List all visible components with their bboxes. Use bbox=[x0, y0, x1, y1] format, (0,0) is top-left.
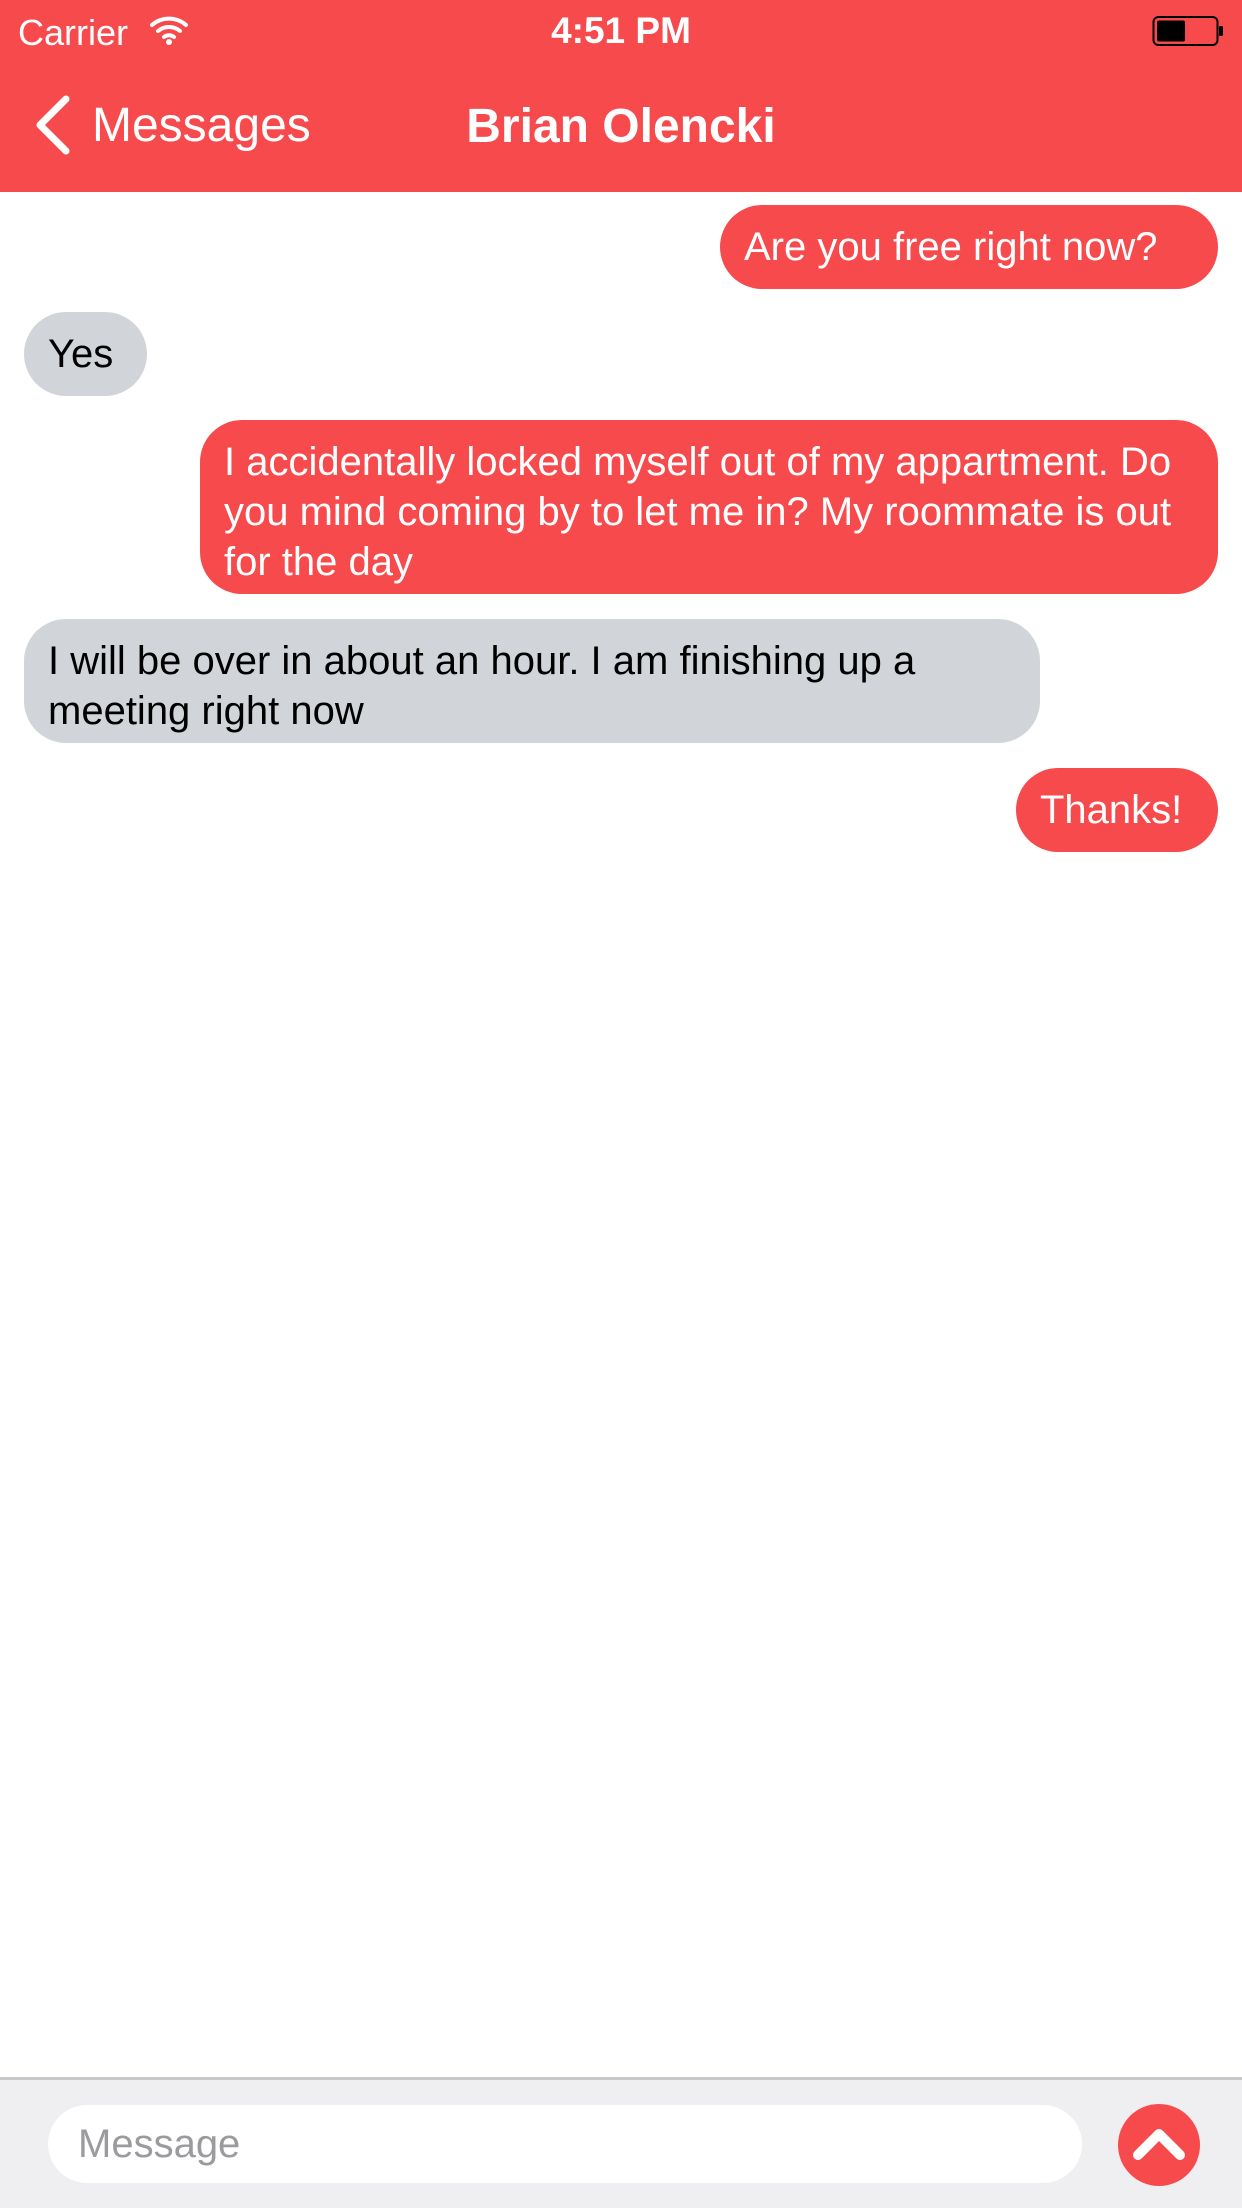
send-button[interactable] bbox=[1118, 2104, 1200, 2186]
navigation-bar: Messages Brian Olencki bbox=[0, 62, 1242, 192]
chevron-up-icon bbox=[1132, 2125, 1186, 2166]
incoming-message-bubble[interactable]: I will be over in about an hour. I am fi… bbox=[24, 619, 1040, 743]
conversation-title: Brian Olencki bbox=[466, 100, 776, 153]
outgoing-message-bubble[interactable]: Are you free right now? bbox=[720, 205, 1218, 289]
message-input[interactable] bbox=[48, 2105, 1082, 2183]
message-composer bbox=[0, 2077, 1242, 2208]
battery-icon bbox=[1152, 15, 1224, 47]
header: Carrier 4:51 PM Messages Brian Olencki bbox=[0, 0, 1242, 192]
incoming-message-bubble[interactable]: Yes bbox=[24, 312, 147, 396]
status-bar: Carrier 4:51 PM bbox=[0, 0, 1242, 62]
outgoing-message-bubble[interactable]: Thanks! bbox=[1016, 768, 1218, 852]
outgoing-message-bubble[interactable]: I accidentally locked myself out of my a… bbox=[200, 420, 1218, 594]
status-time: 4:51 PM bbox=[551, 10, 691, 51]
message-thread[interactable]: Are you free right now? Yes I accidental… bbox=[0, 192, 1242, 2077]
